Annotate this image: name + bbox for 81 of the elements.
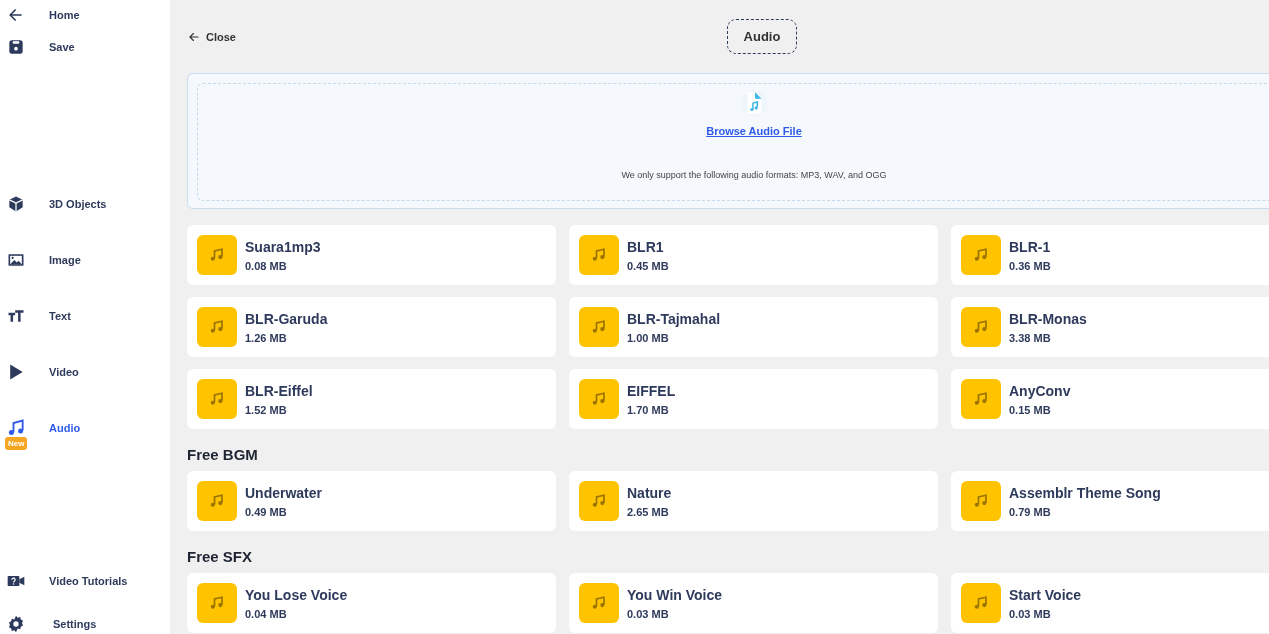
file-name: AnyConv [1009,382,1071,399]
music-note-icon [197,379,237,419]
section-heading: Free BGM [187,446,259,463]
music-note-icon [197,307,237,347]
section-heading: Free SFX [187,548,254,565]
file-size: 0.03 MB [627,607,670,620]
audio-file-card[interactable]: You Win Voice 0.03 MB [569,573,938,633]
music-note-icon [197,235,237,275]
file-name: You Lose Voice [245,586,348,603]
file-size: 0.15 MB [1009,403,1052,416]
audio-file-card[interactable]: Nature 2.65 MB [569,471,938,531]
sidebar-item[interactable]: Video [0,344,170,400]
audio-file-card[interactable]: EIFFEL 1.70 MB [569,369,938,429]
cube-icon [6,194,26,214]
file-size: 1.26 MB [245,331,288,344]
audio-file-card[interactable]: Start Voice 0.03 MB [951,573,1269,633]
file-name: BLR-Monas [1009,310,1087,327]
music-note-icon [961,307,1001,347]
file-name: BLR1 [627,238,665,255]
sidebar-item[interactable]: Save [0,31,170,63]
music-note-icon [579,481,619,521]
music-note-icon [6,418,26,438]
file-name: BLR-Eiffel [245,382,313,399]
music-note-icon [197,583,237,623]
save-icon [6,37,26,57]
music-note-icon [197,481,237,521]
sidebar-item[interactable]: Audio New [0,400,170,456]
music-note-icon [579,235,619,275]
sidebar-item[interactable]: Settings [0,604,170,634]
file-name: Underwater [245,484,323,501]
music-note-icon [961,481,1001,521]
music-note-icon [961,583,1001,623]
audio-file-card[interactable]: AnyConv 0.15 MB [951,369,1269,429]
sidebar-item[interactable]: Text [0,288,170,344]
file-size: 1.70 MB [627,403,670,416]
audio-file-card[interactable]: Suara1mp3 0.08 MB [187,225,556,285]
file-name: Nature [627,484,672,501]
file-name: BLR-Tajmahal [627,310,721,327]
file-name: Assemblr Theme Song [1009,484,1161,501]
sidebar-item[interactable]: Home [0,0,170,31]
audio-file-card[interactable]: BLR-Monas 3.38 MB [951,297,1269,357]
close-button[interactable]: Close [187,29,236,44]
new-badge: New [5,437,28,450]
sidebar-item[interactable]: Image [0,232,170,288]
panel-title: Audio [727,19,797,54]
file-size: 0.45 MB [627,259,669,272]
file-size: 3.38 MB [1009,331,1052,344]
audio-file-card[interactable]: BLR-Eiffel 1.52 MB [187,369,556,429]
music-note-icon [579,583,619,623]
file-name: Start Voice [1009,586,1082,603]
file-size: 0.08 MB [245,259,288,272]
audio-file-card[interactable]: Assemblr Theme Song 0.79 MB [951,471,1269,531]
audio-file-icon [741,90,767,116]
file-size: 1.52 MB [245,403,288,416]
file-name: BLR-Garuda [245,310,328,327]
audio-file-card[interactable]: Underwater 0.49 MB [187,471,556,531]
file-name: BLR-1 [1009,238,1051,255]
drop-zone[interactable]: Browse Audio File We only support the following audio formats: MP3, WAV, and OGG [197,83,1269,201]
file-size: 2.65 MB [627,505,670,518]
file-size: 0.79 MB [1009,505,1052,518]
sidebar-item[interactable]: Video Tutorials [0,558,170,604]
music-note-icon [579,379,619,419]
file-size: 0.04 MB [245,607,288,620]
audio-file-card[interactable]: BLR-Tajmahal 1.00 MB [569,297,938,357]
audio-file-card[interactable]: BLR-Garuda 1.26 MB [187,297,556,357]
file-size: 0.03 MB [1009,607,1052,620]
sidebar-item[interactable]: 3D Objects [0,176,170,232]
audio-file-card[interactable]: You Lose Voice 0.04 MB [187,573,556,633]
music-note-icon [579,307,619,347]
browse-link[interactable]: Browse Audio File [706,125,802,137]
file-name: You Win Voice [627,586,723,603]
audio-file-card[interactable]: BLR-1 0.36 MB [951,225,1269,285]
audio-file-card[interactable]: BLR1 0.45 MB [569,225,938,285]
music-note-icon [961,235,1001,275]
file-name: EIFFEL [627,382,676,399]
music-note-icon [961,379,1001,419]
file-name: Suara1mp3 [245,238,321,255]
file-size: 0.49 MB [245,505,288,518]
file-size: 0.36 MB [1009,259,1051,272]
file-size: 1.00 MB [627,331,670,344]
format-note: We only support the following audio formats: MP3, WAV, and OGG [621,170,887,180]
